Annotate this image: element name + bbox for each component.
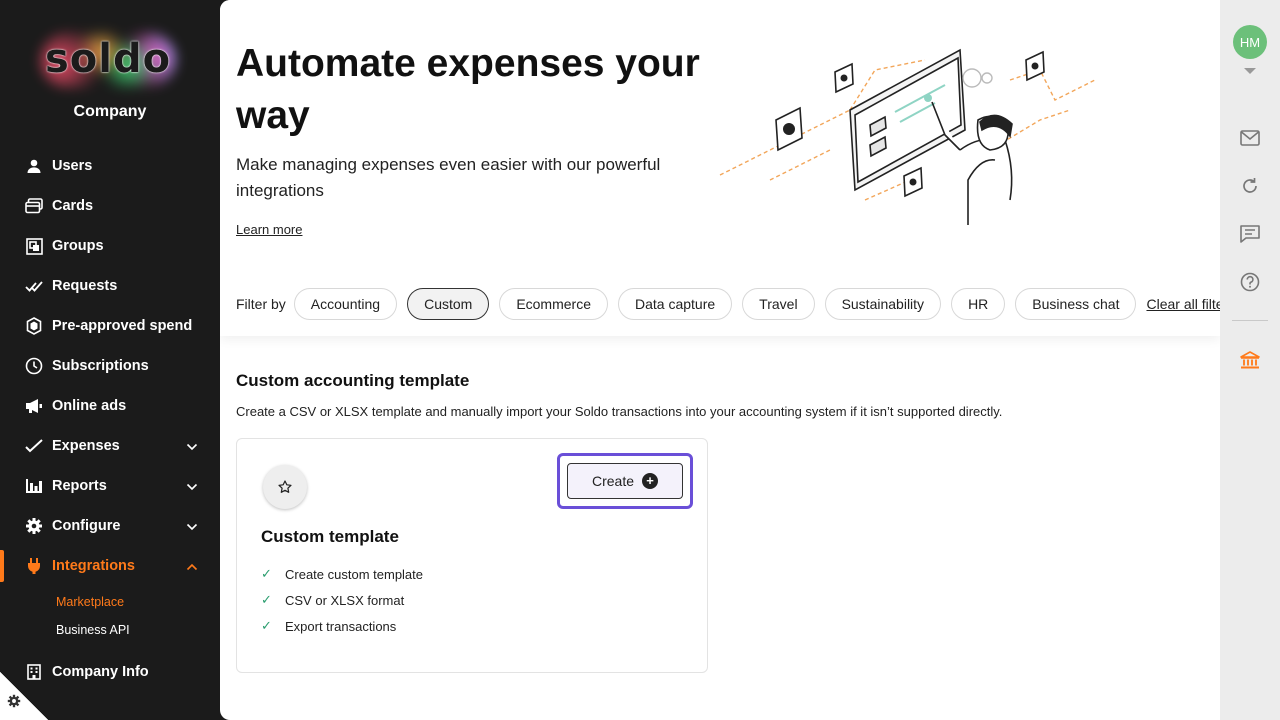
clear-filters-link[interactable]: Clear all filters [1146,296,1220,312]
sidebar-item-label: Online ads [52,398,127,414]
chevron-up-icon[interactable] [186,559,198,575]
checkmark-icon: ✓ [261,618,272,633]
plus-circle-icon: + [642,473,659,489]
sidebar-item-label: Subscriptions [52,358,149,374]
filter-chip-accounting[interactable]: Accounting [293,288,398,320]
groups-icon [24,236,44,256]
bank-icon[interactable] [1238,348,1262,372]
filter-chip-custom[interactable]: Custom [407,288,490,320]
star-icon [263,465,307,509]
caret-down-icon[interactable] [1244,68,1256,74]
bar-chart-icon [24,476,44,496]
right-rail: HM [1220,0,1280,720]
rail-divider [1232,320,1268,321]
chat-icon[interactable] [1238,222,1262,246]
company-name: Company [73,103,147,120]
megaphone-icon [24,396,44,416]
page-title: Automate expenses your way [236,42,700,137]
main-content: Automate expenses your way Make managing… [220,0,1220,720]
list-item: ✓ Create custom template [261,561,423,587]
chevron-down-icon[interactable] [186,439,198,455]
filter-chip-business-chat[interactable]: Business chat [1015,288,1137,320]
filter-chip-sustainability[interactable]: Sustainability [824,288,942,320]
sidebar-item-subscriptions[interactable]: Subscriptions [0,346,220,386]
sidebar: soldo Company Users Cards Groups Request… [0,0,220,720]
sidebar-item-label: Expenses [52,438,120,454]
filter-bar: Filter by Accounting Custom Ecommerce Da… [236,288,1220,320]
list-item: ✓ Export transactions [261,613,423,639]
sidebar-item-label: Pre-approved spend [52,318,193,334]
section-title: Custom accounting template [236,371,470,390]
sidebar-item-pre-approved-spend[interactable]: Pre-approved spend [0,306,220,346]
feature-list: ✓ Create custom template ✓ CSV or XLSX for… [261,561,423,639]
sidebar-item-label: Reports [52,478,107,494]
plug-icon [24,556,44,576]
sidebar-item-label: Groups [52,238,104,254]
sidebar-item-label: Cards [52,198,94,214]
integrations-illustration [719,48,1096,225]
cards-icon [24,196,44,216]
filter-label: Filter by [236,296,286,312]
soldo-logo[interactable]: soldo [38,30,178,90]
filter-chip-hr[interactable]: HR [951,288,1006,320]
filter-chip-data-capture[interactable]: Data capture [618,288,733,320]
card-title: Custom template [261,527,399,546]
user-icon [24,156,44,176]
sidebar-subitem-marketplace[interactable]: Marketplace [0,588,220,616]
chevron-down-icon[interactable] [186,519,198,535]
sidebar-item-label: Integrations [52,558,135,574]
sidebar-item-integrations[interactable]: Integrations [0,546,220,586]
sidebar-nav: Users Cards Groups Requests Pre-approved… [0,146,220,644]
settings-corner[interactable] [0,672,48,720]
gear-icon [24,516,44,536]
chevron-down-icon[interactable] [186,479,198,495]
refresh-icon[interactable] [1238,174,1262,198]
filter-chip-ecommerce[interactable]: Ecommerce [499,288,608,320]
feature-label: CSV or XLSX format [285,592,405,608]
create-button[interactable]: Create + [567,463,683,499]
check-icon [24,436,44,456]
create-button-label: Create [591,473,635,489]
requests-icon [24,276,44,296]
sidebar-item-cards[interactable]: Cards [0,186,220,226]
mail-icon[interactable] [1238,126,1262,150]
sidebar-item-label: Configure [52,518,121,534]
help-icon[interactable] [1238,270,1262,294]
avatar[interactable]: HM [1233,25,1267,59]
sidebar-item-reports[interactable]: Reports [0,466,220,506]
sidebar-item-configure[interactable]: Configure [0,506,220,546]
hero-banner: Automate expenses your way Make managing… [220,0,1220,336]
shield-icon [24,316,44,336]
integration-card: Create + Custom template ✓ Create custom … [236,438,708,673]
logo-text: soldo [44,36,172,82]
sidebar-item-label: Users [52,158,93,174]
checkmark-icon: ✓ [261,592,272,607]
checkmark-icon: ✓ [261,566,272,581]
sidebar-item-requests[interactable]: Requests [0,266,220,306]
section-description: Create a CSV or XLSX template and manual… [236,404,1003,419]
sidebar-item-expenses[interactable]: Expenses [0,426,220,466]
sidebar-item-online-ads[interactable]: Online ads [0,386,220,426]
gear-icon[interactable] [7,694,21,713]
clock-icon [24,356,44,376]
sidebar-item-groups[interactable]: Groups [0,226,220,266]
create-button-focus-ring: Create + [557,453,693,509]
feature-label: Export transactions [285,618,397,634]
filter-chip-travel[interactable]: Travel [742,288,815,320]
sidebar-item-users[interactable]: Users [0,146,220,186]
list-item: ✓ CSV or XLSX format [261,587,423,613]
sidebar-subitem-business-api[interactable]: Business API [0,616,220,644]
sidebar-item-label: Requests [52,278,118,294]
learn-more-link[interactable]: Learn more [236,222,302,237]
sidebar-item-label: Company Info [52,664,149,680]
hero-description: Make managing expenses even easier with … [236,155,661,200]
feature-label: Create custom template [285,566,424,582]
